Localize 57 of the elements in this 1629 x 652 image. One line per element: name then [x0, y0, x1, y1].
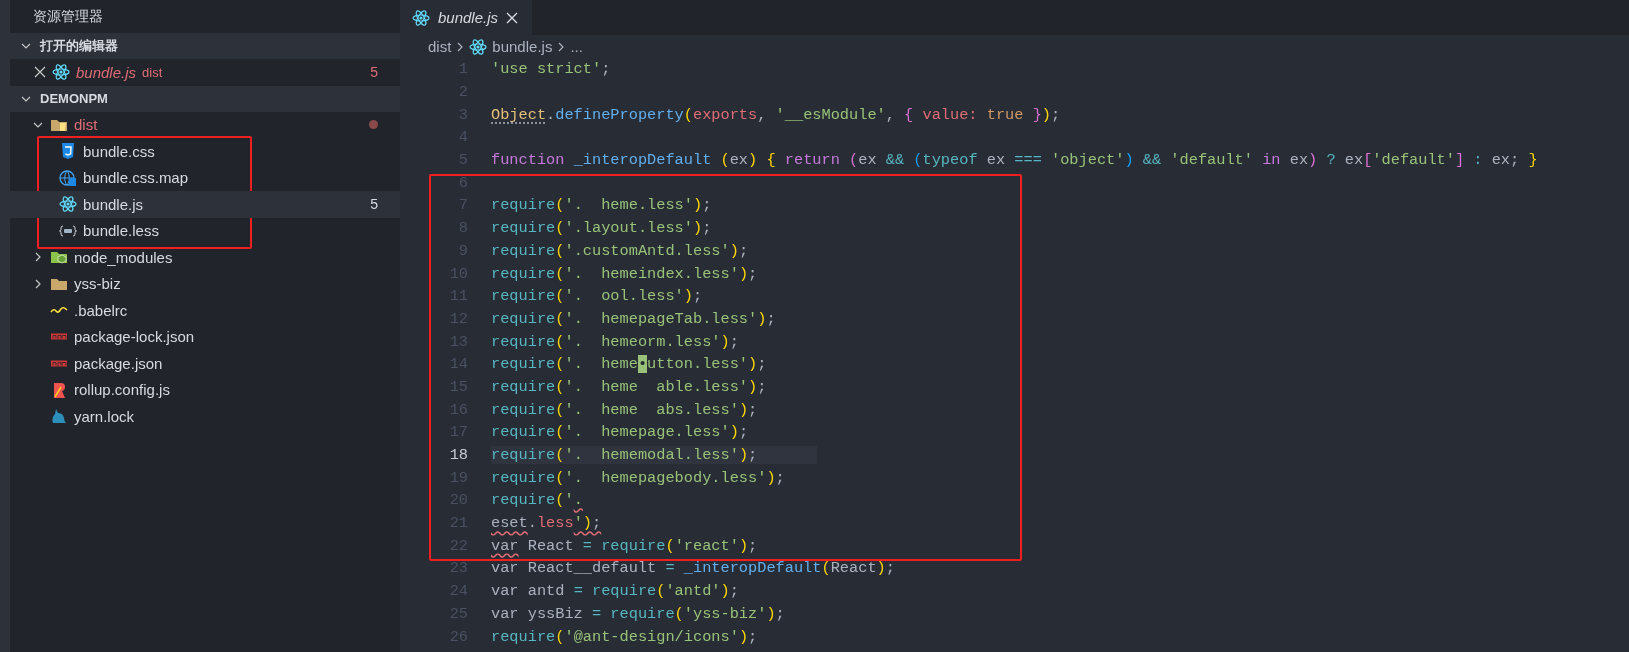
close-icon[interactable]: [506, 11, 519, 24]
code-line: require('@ant-design/icons');: [491, 627, 758, 646]
code-line: require('.customAntd.less');: [491, 241, 749, 260]
section-header[interactable]: DEMONPM: [10, 85, 400, 112]
code-line: require('. hemepage.less');: [491, 423, 749, 442]
breadcrumb-item[interactable]: ...: [570, 38, 583, 55]
code-line: require('. hemeindex.less');: [491, 264, 758, 283]
breadcrumb-item[interactable]: dist: [428, 38, 452, 55]
atom-icon: [59, 195, 77, 214]
code-line: require('. ool.less');: [491, 287, 703, 306]
file-tree-item[interactable]: .babelrc: [10, 297, 400, 324]
css-shield-icon: [59, 142, 77, 161]
atom-icon: [52, 63, 70, 82]
close-icon[interactable]: [34, 66, 46, 79]
atom-icon: [469, 37, 488, 56]
file-tree-item[interactable]: dist: [10, 111, 400, 138]
code-line: Object.defineProperty(exports, '__esModule', { value: true });: [491, 105, 1061, 124]
code-line: eset.less');: [491, 514, 602, 533]
code-line: var React = require('react');: [491, 536, 758, 555]
file-tree-item[interactable]: rollup.config.js: [10, 376, 400, 403]
code-line: require('. heme abs.less');: [491, 400, 758, 419]
npm-box-icon: [50, 359, 68, 367]
code-line: var yssBiz = require('yss-biz');: [491, 604, 785, 623]
sidebar-title: 资源管理器: [33, 7, 103, 26]
file-tree-item[interactable]: bundle.js 5: [10, 191, 400, 218]
code-line: require('.layout.less');: [491, 219, 712, 238]
atom-icon: [412, 8, 430, 27]
file-tree-item[interactable]: package-lock.json: [10, 323, 400, 350]
code-line: require('. heme able.less');: [491, 377, 767, 396]
code-line: require('. hemeorm.less');: [491, 332, 739, 351]
line-number: 18: [448, 446, 468, 465]
code-line: require('. heme.less');: [491, 196, 712, 215]
code-line: require('. heme•utton.less');: [491, 355, 767, 374]
file-tree-item[interactable]: yarn.lock: [10, 403, 400, 430]
code-line: var React__default = _interopDefault(React);: [491, 559, 895, 578]
squiggle-icon: [50, 306, 68, 315]
code-line: var antd = require('antd');: [491, 582, 739, 601]
file-tree-item[interactable]: package.json: [10, 350, 400, 377]
code-line: require('. hemepageTab.less');: [491, 309, 776, 328]
code-line: require('.: [491, 491, 583, 510]
file-tree-item[interactable]: bundle.less: [10, 217, 400, 244]
code-line: require('. hemepagebody.less');: [491, 468, 785, 487]
file-tree-item[interactable]: bundle.css.map: [10, 164, 400, 191]
open-editor-item[interactable]: bundle.js dist 5: [10, 59, 400, 86]
file-tree-item[interactable]: bundle.css: [10, 138, 400, 165]
file-tree-item[interactable]: yss-biz: [10, 270, 400, 297]
section-header[interactable]: 打开的编辑器: [10, 33, 400, 59]
npm-box-icon: [50, 333, 68, 341]
breadcrumb-item[interactable]: bundle.js: [469, 37, 553, 56]
editor-tab[interactable]: bundle.js: [400, 0, 533, 35]
problem-count: 5: [370, 196, 378, 213]
cat-icon: [50, 407, 68, 426]
file-tree-item[interactable]: node_modules: [10, 244, 400, 271]
code-line: function _interopDefault (ex) { return (ex && (typeof ex === 'object') && 'default' in ex) ? ex['default'] : ex; }: [491, 151, 1538, 170]
problem-count: 5: [370, 64, 378, 81]
globe-icon: [59, 168, 77, 187]
code-line: 'use strict';: [491, 60, 611, 79]
